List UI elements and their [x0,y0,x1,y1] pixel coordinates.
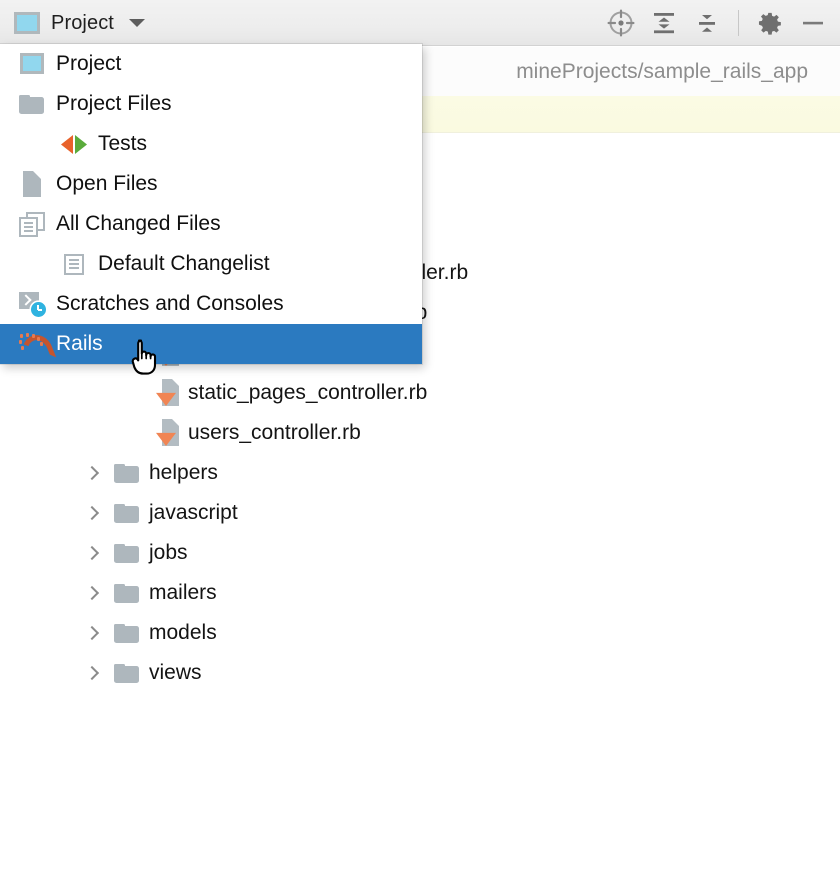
menu-item-project[interactable]: Project [0,44,422,84]
folder-icon [114,663,139,683]
header-actions [604,0,830,46]
chevron-right-icon[interactable] [84,585,100,601]
tree-row[interactable]: jobs [0,533,840,573]
tree-row[interactable]: javascript [0,493,840,533]
menu-item-tests[interactable]: Tests [0,124,422,164]
folder-icon [18,89,48,119]
menu-item-label: Rails [56,332,103,355]
chevron-right-icon[interactable] [84,625,100,641]
tree-row[interactable]: helpers [0,453,840,493]
rails-logo-icon [17,329,57,369]
tree-row-label: helpers [149,461,218,484]
view-selector-dropdown-menu[interactable]: Project Project Files Tests Open Files All C… [0,44,422,369]
folder-icon [114,583,139,603]
locate-file-button[interactable] [604,6,638,40]
menu-item-label: Tests [98,132,148,155]
tree-row-label: models [149,621,217,644]
menu-item-label: Scratches and Consoles [56,292,284,315]
expand-all-icon [654,13,674,34]
chevron-right-icon[interactable] [84,465,100,481]
console-clock-icon [18,289,48,319]
menu-item-open-files[interactable]: Open Files [0,164,422,204]
tree-row[interactable]: static_pages_controller.rb [0,373,840,413]
menu-item-label: Open Files [56,172,158,195]
document-icon [60,249,90,279]
menu-item-all-changed-files[interactable]: All Changed Files [0,204,422,244]
tests-arrows-icon [60,129,90,159]
menu-item-rails[interactable]: Rails [0,324,422,369]
tree-row-label: users_controller.rb [188,421,361,444]
project-window-icon [18,49,48,79]
menu-item-label: All Changed Files [56,212,221,235]
menu-item-label: Project Files [56,92,172,115]
tree-row-label: mailers [149,581,217,604]
ruby-file-icon [156,418,182,448]
stacked-documents-icon [18,209,48,239]
tree-row-label: javascript [149,501,238,524]
gear-icon [758,12,781,35]
pointing-hand-cursor [131,338,165,378]
project-tool-window-header: Project [0,0,840,46]
menu-item-label: Project [56,52,122,75]
ruby-file-icon [156,378,182,408]
menu-item-default-changelist[interactable]: Default Changelist [0,244,422,284]
tree-row[interactable]: mailers [0,573,840,613]
crosshair-target-icon [607,9,635,37]
hide-button[interactable] [796,6,830,40]
tree-row-label: views [149,661,202,684]
chevron-right-icon[interactable] [84,505,100,521]
tree-row[interactable]: users_controller.rb [0,413,840,453]
tree-row[interactable]: models [0,613,840,653]
view-selector[interactable]: Project [14,0,145,46]
project-path-text: mineProjects/sample_rails_app [516,60,808,83]
minimize-icon [803,21,823,25]
toolbar-divider [738,10,739,36]
menu-item-scratches-and-consoles[interactable]: Scratches and Consoles [0,284,422,324]
chevron-right-icon[interactable] [84,665,100,681]
menu-item-project-files[interactable]: Project Files [0,84,422,124]
page-title: Project [51,11,114,34]
tree-row-label: static_pages_controller.rb [188,381,428,404]
settings-button[interactable] [753,6,787,40]
collapse-all-button[interactable] [690,6,724,40]
chevron-right-icon[interactable] [84,545,100,561]
menu-item-label: Default Changelist [98,252,270,275]
project-window-icon [14,12,40,34]
file-page-icon [18,169,48,199]
folder-icon [114,543,139,563]
folder-icon [114,623,139,643]
folder-icon [114,503,139,523]
tree-row[interactable]: views [0,653,840,693]
expand-all-button[interactable] [647,6,681,40]
tree-row-label: jobs [149,541,188,564]
chevron-down-icon[interactable] [128,19,145,27]
collapse-all-icon [699,15,715,32]
folder-icon [114,463,139,483]
